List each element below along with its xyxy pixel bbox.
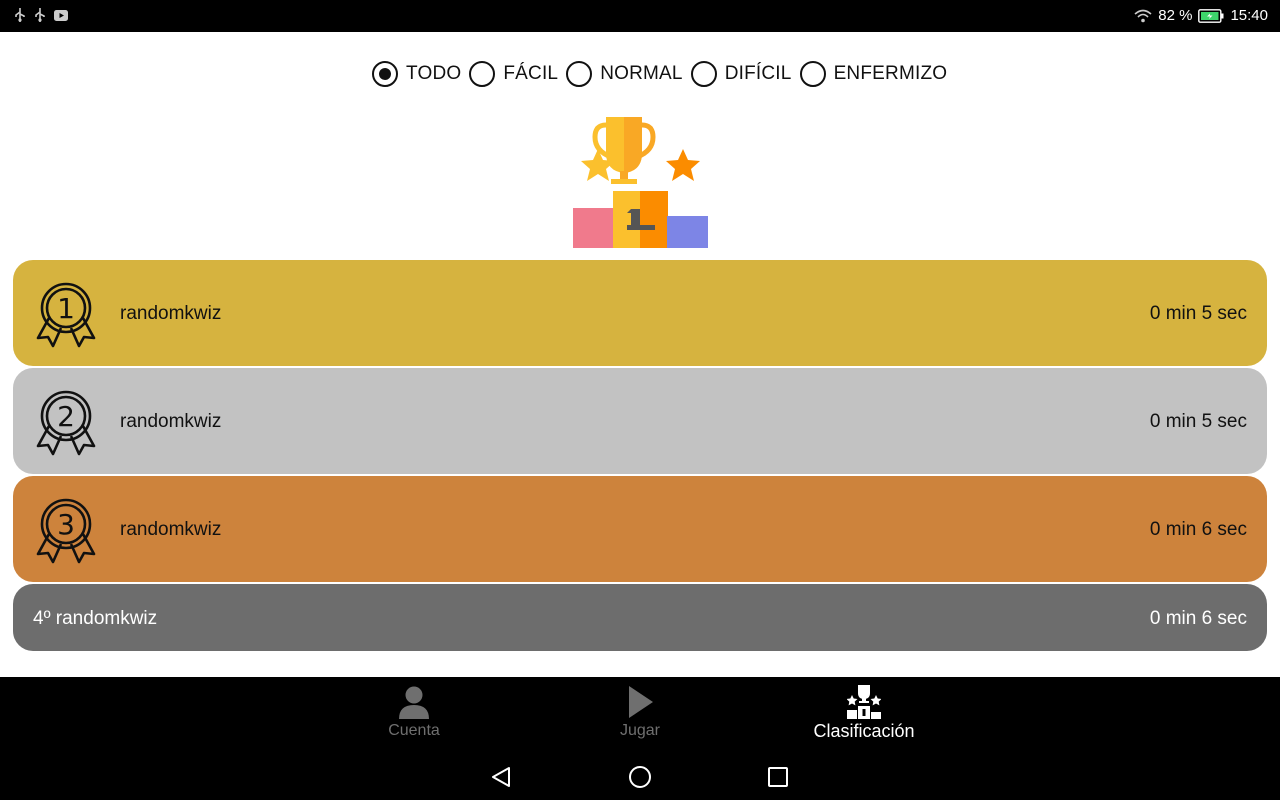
ranking-row-3[interactable]: 3 randomkwiz 0 min 6 sec: [13, 476, 1267, 582]
player-time: 0 min 5 sec: [1149, 303, 1247, 324]
medal-3-icon: 3: [36, 498, 96, 564]
radio-label: ENFERMIZO: [833, 63, 948, 84]
ranking-row-1[interactable]: 1 randomkwiz 0 min 5 sec: [13, 260, 1267, 366]
radio-button[interactable]: [799, 61, 826, 87]
radio-enfermizo[interactable]: ENFERMIZO: [799, 61, 948, 87]
home-icon[interactable]: [628, 765, 652, 789]
radio-normal[interactable]: NORMAL: [566, 61, 683, 87]
player-name: 4º randomkwiz: [33, 608, 158, 629]
ranking-row-2[interactable]: 2 randomkwiz 0 min 5 sec: [13, 368, 1267, 474]
medal-number: 3: [57, 508, 75, 541]
battery-charging-icon: [1198, 9, 1224, 23]
nav-label: Clasificación: [813, 721, 915, 741]
medal-1-icon: 1: [36, 282, 96, 348]
youtube-icon: [54, 9, 68, 21]
radio-button-checked[interactable]: [372, 61, 398, 87]
notification-icons: [14, 8, 68, 22]
radio-label: TODO: [406, 63, 462, 84]
clock: 15:40: [1230, 7, 1268, 24]
status-bar: 82 % 15:40: [0, 0, 1280, 32]
nav-clasificacion[interactable]: Clasificación: [794, 685, 934, 749]
podium-trophy-icon: [573, 117, 708, 248]
radio-dificil[interactable]: DIFÍCIL: [690, 61, 792, 87]
podium-icon: [847, 685, 881, 719]
nav-label: Cuenta: [388, 722, 440, 739]
medal-2-icon: 2: [36, 390, 96, 456]
medal-number: 1: [57, 292, 75, 325]
radio-label: FÁCIL: [503, 63, 559, 84]
wifi-icon: [1134, 9, 1152, 23]
player-name: randomkwiz: [120, 303, 222, 324]
player-time: 0 min 6 sec: [1149, 519, 1247, 540]
radio-label: DIFÍCIL: [724, 63, 792, 84]
player-time: 0 min 5 sec: [1149, 411, 1247, 432]
player-name: randomkwiz: [120, 411, 222, 432]
medal-number: 2: [57, 400, 75, 433]
nav-label: Jugar: [619, 722, 661, 739]
usb-icon: [35, 8, 45, 22]
person-icon: [399, 686, 429, 719]
usb-icon: [15, 8, 25, 22]
nav-jugar[interactable]: Jugar: [570, 685, 710, 749]
system-navigation-bar: [0, 753, 1280, 800]
radio-facil[interactable]: FÁCIL: [469, 61, 558, 87]
ranking-row-4[interactable]: 4º randomkwiz 0 min 6 sec: [13, 584, 1267, 651]
difficulty-selector: TODO FÁCIL NORMAL DIFÍCIL ENFERMIZO: [372, 60, 955, 88]
radio-button[interactable]: [469, 61, 496, 87]
player-time: 0 min 6 sec: [1149, 608, 1247, 629]
recents-icon[interactable]: [766, 765, 790, 789]
player-name: randomkwiz: [120, 519, 222, 540]
nav-cuenta[interactable]: Cuenta: [344, 685, 484, 749]
radio-label: NORMAL: [600, 63, 683, 84]
ranking-list: 1 randomkwiz 0 min 5 sec 2 randomkwiz 0 …: [13, 260, 1267, 653]
bottom-navigation: Cuenta Jugar Clasificación: [0, 677, 1280, 753]
battery-percent: 82 %: [1158, 7, 1193, 24]
radio-button[interactable]: [566, 61, 593, 87]
play-icon: [629, 686, 653, 718]
radio-button[interactable]: [690, 61, 717, 87]
back-icon[interactable]: [489, 765, 513, 789]
radio-todo[interactable]: TODO: [372, 61, 461, 87]
